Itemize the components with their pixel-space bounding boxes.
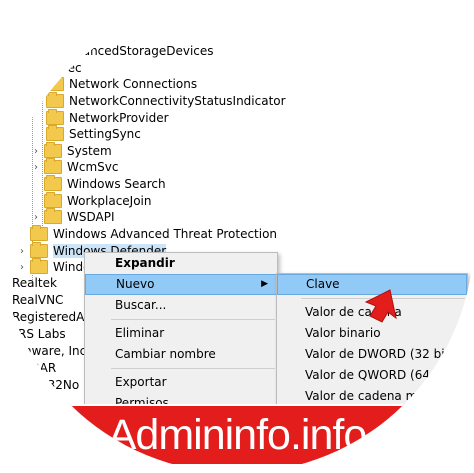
menu-item-buscar[interactable]: Buscar... bbox=[85, 295, 277, 316]
menu-item-expandir[interactable]: Expandir bbox=[85, 253, 277, 274]
folder-icon bbox=[30, 224, 48, 241]
folder-icon bbox=[30, 257, 48, 274]
folder-icon bbox=[44, 141, 62, 158]
context-menu: Expandir Nuevo ▶ Buscar... Eliminar Cambi… bbox=[84, 252, 278, 414]
menu-item-exportar[interactable]: Exportar bbox=[85, 372, 277, 393]
tree-item[interactable]: RealVNC bbox=[12, 292, 92, 309]
tree-connector bbox=[42, 0, 43, 230]
menu-item-eliminar[interactable]: Eliminar bbox=[85, 323, 277, 344]
chevron-right-icon[interactable]: › bbox=[20, 243, 30, 260]
tree-item[interactable]: RegisteredAp bbox=[12, 309, 92, 326]
tree-item[interactable]: 2AR bbox=[32, 360, 92, 377]
menu-separator bbox=[111, 368, 275, 369]
tree-item[interactable]: Windows Search bbox=[44, 174, 166, 193]
folder-icon bbox=[46, 124, 64, 141]
folder-icon bbox=[46, 108, 64, 125]
tree-item[interactable]: ...ching bbox=[70, 10, 114, 27]
chevron-right-icon[interactable]: › bbox=[34, 209, 44, 226]
tree-item[interactable]: AdvancedStorageDevices bbox=[60, 43, 214, 60]
tree-item[interactable]: NetworkProvider bbox=[46, 108, 169, 127]
folder-icon bbox=[46, 74, 64, 91]
tree-item[interactable]: › WSDAPI bbox=[34, 207, 115, 226]
submenu-item-valor-qword[interactable]: Valor de QWORD (64 bits) bbox=[277, 365, 467, 386]
red-arrow-icon bbox=[364, 289, 397, 323]
tree-item[interactable]: WorkplaceJoin bbox=[44, 191, 152, 210]
menu-separator bbox=[111, 319, 275, 320]
folder-icon bbox=[44, 191, 62, 208]
chevron-right-icon[interactable]: › bbox=[20, 259, 30, 276]
tree-item[interactable]: Windows Advanced Threat Protection bbox=[30, 224, 277, 243]
tree-item[interactable]: › WcmSvc bbox=[34, 157, 118, 176]
submenu-item-valor-dword[interactable]: Valor de DWORD (32 bits) bbox=[277, 344, 467, 365]
menu-item-nuevo[interactable]: Nuevo ▶ bbox=[85, 274, 277, 295]
left-tree-column: Realtek RealVNC RegisteredAp RS Labs nwa… bbox=[12, 275, 92, 394]
tree-item[interactable]: nware, Inc. bbox=[24, 343, 92, 360]
tree-item[interactable]: RS Labs bbox=[18, 326, 92, 343]
folder-icon bbox=[44, 174, 62, 191]
folder-icon bbox=[46, 91, 64, 108]
chevron-right-icon[interactable]: › bbox=[34, 159, 44, 176]
submenu-arrow-icon: ▶ bbox=[261, 279, 268, 289]
tree-item[interactable]: Sec bbox=[60, 60, 82, 77]
watermark-banner: Admininfo.info bbox=[69, 404, 405, 464]
tree-item[interactable]: SettingSync bbox=[46, 124, 141, 143]
registry-editor-view: ...ching AdvancedStorageDevices Sec Netw… bbox=[0, 0, 474, 473]
chevron-right-icon[interactable]: › bbox=[34, 143, 44, 160]
tree-item-network-connections[interactable]: Network Connections bbox=[46, 74, 197, 93]
tree-item[interactable]: NetworkConnectivityStatusIndicator bbox=[46, 91, 286, 110]
folder-icon bbox=[30, 241, 48, 258]
folder-icon bbox=[44, 207, 62, 224]
menu-item-cambiar-nombre[interactable]: Cambiar nombre bbox=[85, 344, 277, 365]
folder-icon bbox=[44, 157, 62, 174]
tree-item[interactable]: Realtek bbox=[12, 275, 92, 292]
